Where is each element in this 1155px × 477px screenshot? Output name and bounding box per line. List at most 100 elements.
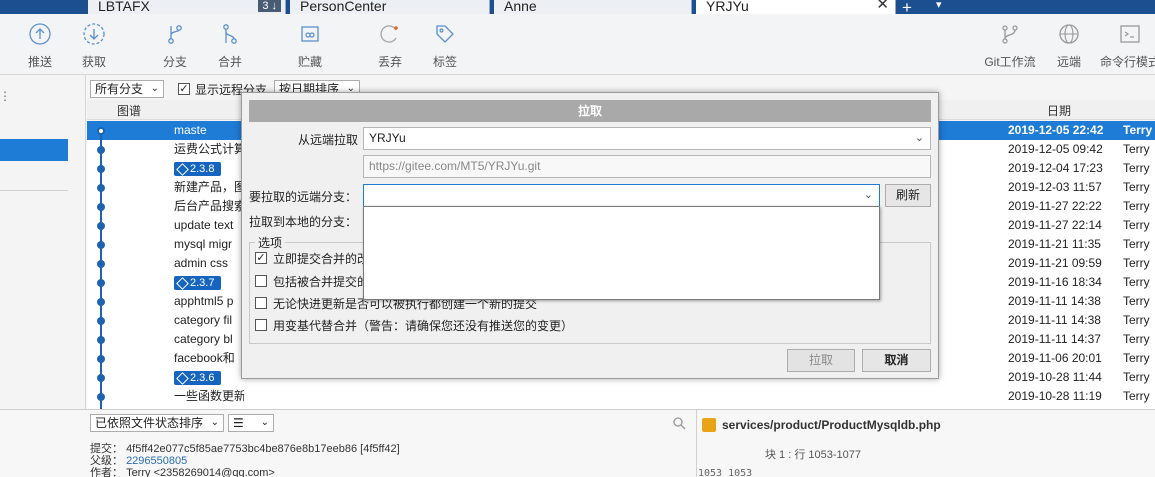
- commit-date: 2019-10-28 11:19: [1008, 389, 1102, 403]
- tab-label: YRJYu: [706, 0, 749, 14]
- branch-filter-value: 所有分支: [95, 82, 144, 96]
- commit-author: Terry: [1123, 142, 1150, 156]
- commit-date: 2019-11-27 22:14: [1008, 218, 1102, 232]
- commit-author: Terry: [1123, 332, 1150, 346]
- terminal-button[interactable]: 命令行模式: [1100, 14, 1155, 75]
- fetch-icon: [83, 23, 105, 45]
- tab-yrjyu[interactable]: YRJYu ✕: [696, 0, 896, 14]
- remote-label: 从远端拉取: [298, 133, 359, 147]
- commit-date: 2019-11-06 20:01: [1008, 351, 1102, 365]
- option-label: 用变基代替合并（警告：请确保您还没有推送您的变更）: [273, 319, 574, 333]
- stash-button[interactable]: 贮藏: [282, 14, 338, 75]
- show-remote-checkbox[interactable]: ✓: [178, 83, 190, 95]
- pull-button[interactable]: 拉取: [787, 349, 855, 372]
- commit-message: apphtml5 p: [174, 294, 234, 308]
- commit-date: 2019-12-04 17:23: [1008, 161, 1103, 175]
- branch-button[interactable]: 分支: [147, 14, 203, 75]
- view-mode-select[interactable]: ☰ ⌄: [228, 414, 274, 432]
- branch-filter-select[interactable]: 所有分支 ⌄: [90, 80, 164, 98]
- chevron-down-icon: ⌄: [150, 83, 159, 94]
- push-icon: [29, 23, 51, 45]
- graph-node: [97, 241, 105, 249]
- remote-branch-select[interactable]: ⌄: [363, 184, 880, 207]
- remote-button[interactable]: 远端: [1041, 14, 1097, 75]
- terminal-label: 命令行模式: [1100, 55, 1155, 69]
- cancel-button[interactable]: 取消: [862, 349, 931, 372]
- close-icon[interactable]: ✕: [876, 0, 889, 12]
- tab-anne[interactable]: Anne: [494, 0, 692, 14]
- commit-author: Terry: [1123, 389, 1150, 403]
- commit-date: 2019-11-11 14:38: [1008, 313, 1101, 327]
- gitflow-button[interactable]: Git工作流: [980, 14, 1040, 75]
- tab-lbtafx[interactable]: LBTAFX 3 ↓: [88, 0, 286, 14]
- commit-author: Terry: [1123, 294, 1150, 308]
- pull-dialog: 拉取 从远端拉取 YRJYu ⌄ https://gitee.com/MT5/Y…: [241, 92, 939, 379]
- commit-author: Terry: [1123, 351, 1150, 365]
- commit-message: 后台产品搜索: [174, 199, 244, 213]
- tab-personcenter[interactable]: PersonCenter: [290, 0, 490, 14]
- commit-info: 提交： 4f5ff42e077c5f85ae7753bc4be876e8b17e…: [90, 443, 400, 477]
- chevron-down-icon: ⌄: [260, 417, 269, 428]
- graph-node: [97, 336, 105, 344]
- remote-branch-label: 要拉取的远端分支：: [249, 190, 358, 204]
- tag-badge: 2.3.7: [174, 276, 221, 290]
- column-graph[interactable]: 图谱: [117, 102, 141, 119]
- fetch-button[interactable]: 获取: [66, 14, 122, 75]
- remote-select-value: YRJYu: [369, 131, 406, 145]
- refresh-button[interactable]: 刷新: [885, 184, 931, 207]
- panel-divider[interactable]: [696, 410, 697, 477]
- commit-author: Terry: [1123, 313, 1150, 327]
- tab-menu-chevron-icon[interactable]: ▾: [936, 0, 942, 11]
- file-sort-select[interactable]: 已依照文件状态排序 ⌄: [90, 414, 224, 432]
- tag-label: 标签: [432, 55, 457, 69]
- add-tab-icon[interactable]: +: [902, 0, 912, 14]
- commit-row[interactable]: 一些函数更新 2019-10-28 11:19 Terry: [87, 387, 1155, 406]
- gitflow-label: Git工作流: [984, 55, 1036, 69]
- sidebar-selected-item[interactable]: [0, 139, 68, 161]
- commit-author: Terry: [1123, 275, 1150, 289]
- parent-label: 父级：: [90, 455, 123, 467]
- merge-button[interactable]: 合并: [202, 14, 258, 75]
- option-checkbox[interactable]: [255, 319, 267, 331]
- dialog-title: 拉取: [249, 100, 931, 122]
- discard-label: 丢弃: [377, 55, 402, 69]
- commit-author: Terry: [1123, 123, 1153, 137]
- push-button[interactable]: 推送: [12, 14, 68, 75]
- tab-bar: LBTAFX 3 ↓ PersonCenter Anne YRJYu ✕ + ▾: [0, 0, 1155, 14]
- option-checkbox[interactable]: [255, 275, 267, 287]
- option-checkbox[interactable]: [255, 297, 267, 309]
- diff-hunk-header: 块 1 : 行 1053-1077: [765, 449, 862, 461]
- gitflow-icon: [1002, 25, 1018, 44]
- chevron-down-icon: ⌄: [210, 417, 219, 428]
- option-checkbox[interactable]: ✓: [255, 252, 267, 264]
- commit-date: 2019-11-11 14:38: [1008, 294, 1101, 308]
- tag-badge: 2.3.6: [174, 371, 221, 385]
- column-date[interactable]: 日期: [1047, 102, 1071, 119]
- push-label: 推送: [27, 55, 52, 69]
- commit-author: Terry: [1123, 218, 1150, 232]
- graph-node: [97, 393, 105, 401]
- commit-date: 2019-11-21 09:59: [1008, 256, 1102, 270]
- commit-label: 提交：: [90, 443, 123, 455]
- graph-node: [97, 374, 105, 382]
- remote-branch-dropdown-list[interactable]: [363, 206, 880, 300]
- discard-button[interactable]: 丢弃: [362, 14, 418, 75]
- chevron-down-icon: ⌄: [914, 132, 924, 144]
- graph-node: [97, 279, 105, 287]
- search-icon[interactable]: [672, 416, 686, 430]
- remote-select[interactable]: YRJYu ⌄: [363, 127, 931, 150]
- graph-node: [97, 298, 105, 306]
- sidebar-divider: [0, 190, 68, 191]
- diff-line-numbers: 1053 1053: [698, 468, 753, 477]
- commit-message: category bl: [174, 332, 233, 346]
- toolbar: 推送 获取 分支 合并 贮藏 丢弃 标签 Git工作流 远端 命令行模式: [0, 14, 1155, 75]
- view-mode-icon: ☰: [233, 416, 244, 430]
- chevron-down-icon: ⌄: [863, 189, 873, 201]
- tag-button[interactable]: 标签: [417, 14, 473, 75]
- parent-hash-link[interactable]: 2296550805: [126, 455, 187, 467]
- graph-node: [97, 317, 105, 325]
- merge-label: 合并: [217, 55, 242, 69]
- graph-node: [97, 165, 105, 173]
- graph-node: [97, 146, 105, 154]
- remote-label: 远端: [1056, 55, 1081, 69]
